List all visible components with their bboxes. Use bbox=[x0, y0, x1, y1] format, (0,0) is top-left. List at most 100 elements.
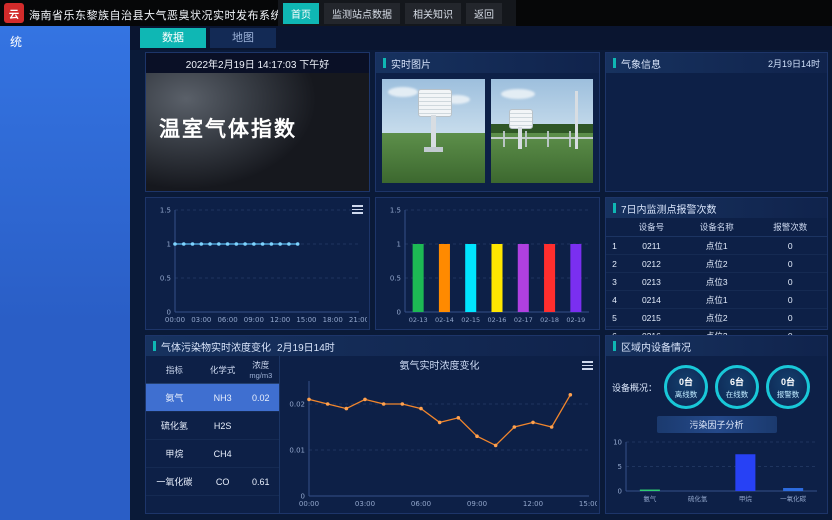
svg-text:09:00: 09:00 bbox=[467, 500, 487, 508]
page-title: 温室气体指数 bbox=[159, 113, 297, 143]
svg-text:15:00: 15:00 bbox=[296, 316, 316, 324]
online-count-badge: 6台 在线数 bbox=[715, 365, 759, 409]
svg-text:1: 1 bbox=[167, 241, 171, 249]
svg-text:一氧化碳: 一氧化碳 bbox=[780, 494, 807, 503]
nh3-chart-title: 氨气实时浓度变化 bbox=[400, 357, 480, 372]
monitor-pole bbox=[518, 127, 522, 149]
fence-post bbox=[569, 131, 571, 147]
pollutants-panel: 气体污染物实时浓度变化 2月19日14时 指标 化学式 浓度 mg/m3 bbox=[145, 335, 600, 514]
table-row: 10211点位10 bbox=[606, 237, 827, 255]
monitor-pole bbox=[431, 115, 436, 149]
app-title: 海南省乐东黎族自治县大气恶臭状况实时发布系统 bbox=[29, 7, 282, 23]
daily-index-chart: 00.511.502-1302-1402-1502-1602-1702-1802… bbox=[378, 202, 597, 327]
chart-menu-icon[interactable] bbox=[582, 359, 593, 372]
treeline bbox=[491, 124, 594, 133]
svg-text:00:00: 00:00 bbox=[165, 316, 185, 324]
devices-panel-header: 区域内设备情况 bbox=[606, 336, 827, 356]
alarm-table-header: 设备号 设备名称 报警次数 bbox=[606, 218, 827, 237]
col-formula: 化学式 bbox=[203, 356, 243, 384]
table-row: 30213点位30 bbox=[606, 273, 827, 291]
nav-station-data[interactable]: 监测站点数据 bbox=[324, 3, 400, 24]
svg-text:03:00: 03:00 bbox=[355, 500, 375, 508]
offline-count-badge: 0台 离线数 bbox=[664, 365, 708, 409]
device-overview-label: 设备概况： bbox=[612, 381, 657, 394]
col-index bbox=[606, 218, 623, 237]
sidebar: 统 bbox=[0, 26, 130, 520]
svg-text:0.5: 0.5 bbox=[160, 275, 171, 283]
alarm-table-body: 10211点位1020212点位2030213点位3040214点位105021… bbox=[606, 237, 827, 345]
svg-text:02-14: 02-14 bbox=[435, 316, 454, 324]
svg-text:12:00: 12:00 bbox=[270, 316, 290, 324]
devices-panel: 区域内设备情况 设备概况： 0台 离线数 6台 在线数 0台 报警数 污染因子分… bbox=[605, 335, 828, 514]
photo-station-1[interactable] bbox=[382, 79, 485, 183]
offline-count: 0台 bbox=[679, 375, 693, 388]
pollutant-row[interactable]: 氨气NH30.02 bbox=[146, 384, 279, 412]
table-row: 20212点位20 bbox=[606, 255, 827, 273]
nav-knowledge[interactable]: 相关知识 bbox=[405, 3, 461, 24]
svg-text:09:00: 09:00 bbox=[244, 316, 264, 324]
alarm-count: 0台 bbox=[781, 375, 795, 388]
svg-text:硫化氢: 硫化氢 bbox=[688, 494, 708, 503]
tabbar: 数据 地图 bbox=[130, 26, 832, 50]
tab-map[interactable]: 地图 bbox=[210, 28, 276, 48]
monitor-base bbox=[424, 147, 443, 152]
pollutant-row[interactable]: 甲烷CH4 bbox=[146, 440, 279, 468]
svg-text:02-19: 02-19 bbox=[566, 316, 585, 324]
pollutants-body: 指标 化学式 浓度 mg/m3 氨气NH30.02硫化氢H2S甲烷CH4一氧化碳… bbox=[146, 356, 599, 513]
pollutants-time: 2月19日14时 bbox=[277, 339, 335, 354]
factor-analysis-title: 污染因子分析 bbox=[657, 416, 777, 433]
svg-text:10: 10 bbox=[613, 439, 622, 447]
svg-text:15:00: 15:00 bbox=[579, 500, 597, 508]
pollutant-table-body: 氨气NH30.02硫化氢H2S甲烷CH4一氧化碳CO0.61 bbox=[146, 384, 279, 496]
pollutant-row[interactable]: 硫化氢H2S bbox=[146, 412, 279, 440]
daily-index-panel: 00.511.502-1302-1402-1502-1602-1702-1802… bbox=[375, 197, 600, 330]
alarms-title: 7日内监测点报警次数 bbox=[621, 201, 717, 216]
offline-label: 离线数 bbox=[675, 389, 698, 400]
photos-title: 实时图片 bbox=[391, 56, 431, 71]
main-content: 数据 地图 2022年2月19日 14:17:03 下午好 温室气体指数 实时图… bbox=[130, 26, 832, 520]
nh3-trend-chart: 00.010.0200:0003:0006:0009:0012:0015:00 bbox=[282, 373, 597, 511]
greeting-panel: 2022年2月19日 14:17:03 下午好 温室气体指数 bbox=[145, 52, 370, 192]
monitor-shelter bbox=[418, 89, 452, 117]
weather-panel-header: 气象信息 2月19日14时 bbox=[606, 53, 827, 73]
svg-text:1.5: 1.5 bbox=[390, 207, 401, 215]
svg-text:5: 5 bbox=[618, 463, 622, 471]
online-count: 6台 bbox=[730, 375, 744, 388]
svg-text:0: 0 bbox=[397, 309, 401, 317]
pollutant-table: 指标 化学式 浓度 mg/m3 氨气NH30.02硫化氢H2S甲烷CH4一氧化碳… bbox=[146, 356, 279, 496]
fence bbox=[491, 137, 594, 139]
device-overview: 设备概况： 0台 离线数 6台 在线数 0台 报警数 bbox=[606, 356, 827, 413]
pollutant-row[interactable]: 一氧化碳CO0.61 bbox=[146, 468, 279, 496]
pollutants-panel-header: 气体污染物实时浓度变化 2月19日14时 bbox=[146, 336, 599, 356]
sidebar-item-system[interactable]: 统 bbox=[0, 26, 130, 57]
svg-text:00:00: 00:00 bbox=[299, 500, 319, 508]
col-concentration: 浓度 mg/m3 bbox=[243, 356, 279, 384]
svg-text:1: 1 bbox=[397, 241, 401, 249]
table-row: 50215点位20 bbox=[606, 309, 827, 327]
svg-text:甲烷: 甲烷 bbox=[739, 494, 753, 503]
nh3-chart-area: 氨气实时浓度变化 00.010.0200:0003:0006:0009:0012… bbox=[280, 356, 599, 513]
svg-text:0: 0 bbox=[618, 488, 622, 496]
svg-text:06:00: 06:00 bbox=[411, 500, 431, 508]
chart-menu-icon[interactable] bbox=[352, 203, 363, 216]
weather-body bbox=[606, 73, 827, 191]
factor-analysis-chart: 0510氨气硫化氢甲烷一氧化碳 bbox=[608, 434, 825, 506]
svg-text:18:00: 18:00 bbox=[323, 316, 343, 324]
svg-text:02-16: 02-16 bbox=[488, 316, 507, 324]
photo-station-2[interactable] bbox=[491, 79, 594, 183]
headline-banner: 温室气体指数 bbox=[146, 73, 369, 191]
svg-text:0.02: 0.02 bbox=[289, 401, 305, 409]
svg-text:06:00: 06:00 bbox=[217, 316, 237, 324]
col-indicator: 指标 bbox=[146, 356, 203, 384]
alarm-table: 设备号 设备名称 报警次数 10211点位1020212点位2030213点位3… bbox=[606, 218, 827, 345]
photos-panel: 实时图片 bbox=[375, 52, 600, 192]
svg-text:02-18: 02-18 bbox=[540, 316, 559, 324]
concentration-unit: mg/m3 bbox=[245, 371, 277, 380]
tab-data[interactable]: 数据 bbox=[140, 28, 206, 48]
svg-text:21:00: 21:00 bbox=[349, 316, 367, 324]
cloud-shape bbox=[388, 87, 418, 97]
nav-back[interactable]: 返回 bbox=[466, 3, 502, 24]
alarm-label: 报警数 bbox=[777, 389, 800, 400]
weather-title: 气象信息 bbox=[621, 56, 661, 71]
nav-home[interactable]: 首页 bbox=[283, 3, 319, 24]
